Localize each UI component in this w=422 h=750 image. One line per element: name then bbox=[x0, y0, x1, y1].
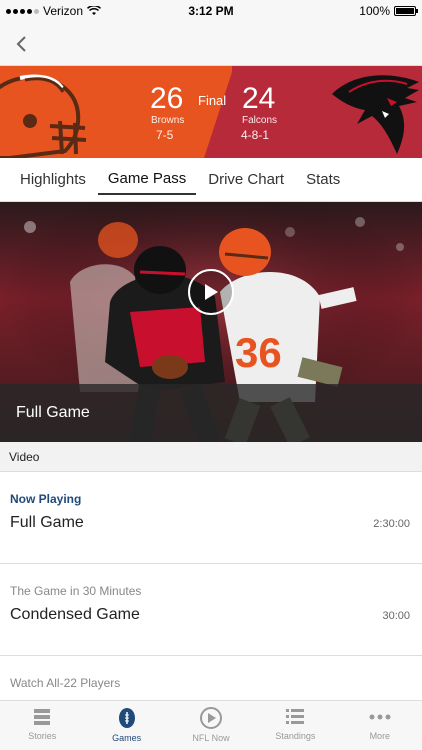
tabbar-label: Games bbox=[112, 733, 142, 743]
status-bar: Verizon 3:12 PM 100% bbox=[0, 0, 422, 22]
header-divider bbox=[204, 66, 234, 158]
video-item-title: Full Game bbox=[10, 514, 84, 531]
tabbar-label: Stories bbox=[28, 731, 57, 741]
away-score: 24 bbox=[242, 82, 276, 115]
tabbar-stories[interactable]: Stories bbox=[0, 701, 84, 750]
carrier-label: Verizon bbox=[43, 4, 84, 18]
video-caption-title: Full Game bbox=[16, 404, 90, 421]
falcons-logo bbox=[332, 75, 419, 154]
home-team-record: 7-5 bbox=[156, 128, 174, 142]
more-dots-icon bbox=[369, 714, 391, 720]
tab-game-pass[interactable]: Game Pass bbox=[97, 164, 197, 195]
tabbar-label: Standings bbox=[275, 731, 316, 741]
home-team-name: Browns bbox=[151, 115, 185, 126]
play-icon bbox=[205, 284, 218, 300]
tabbar-games[interactable]: Games bbox=[84, 701, 168, 750]
tab-drive-chart[interactable]: Drive Chart bbox=[198, 165, 294, 194]
video-item-full-game[interactable]: Now Playing Full Game 2:30:00 bbox=[0, 472, 422, 564]
tabbar-label: More bbox=[369, 731, 391, 741]
home-score: 26 bbox=[150, 82, 184, 115]
video-hero[interactable]: 36 Full Game bbox=[0, 202, 422, 442]
status-left: Verizon bbox=[6, 4, 102, 18]
video-item-duration: 30:00 bbox=[382, 610, 410, 622]
tab-stats[interactable]: Stats bbox=[296, 165, 350, 194]
list-icon bbox=[286, 709, 305, 724]
video-item-subtitle: The Game in 30 Minutes bbox=[10, 584, 142, 598]
away-team-name: Falcons bbox=[242, 115, 278, 126]
back-button[interactable] bbox=[8, 30, 36, 58]
game-status: Final bbox=[198, 93, 227, 108]
chevron-left-icon bbox=[16, 36, 26, 52]
bottom-tab-bar: Stories Games NFL Now Standings More bbox=[0, 700, 422, 750]
video-item-duration: 2:30:00 bbox=[373, 518, 410, 530]
tabbar-standings[interactable]: Standings bbox=[253, 701, 337, 750]
browns-helmet-logo bbox=[0, 74, 87, 158]
tabbar-nfl-now[interactable]: NFL Now bbox=[169, 701, 253, 750]
stories-icon bbox=[34, 709, 51, 725]
jersey-number: 36 bbox=[235, 329, 282, 376]
play-button[interactable] bbox=[188, 269, 234, 315]
video-item-title: Condensed Game bbox=[10, 606, 140, 623]
signal-icon bbox=[6, 8, 39, 14]
tabbar-more[interactable]: More bbox=[338, 701, 422, 750]
video-section-header: Video bbox=[0, 442, 422, 472]
score-header: 26 Final 24 Browns Falcons 7-5 4-8-1 bbox=[0, 66, 422, 158]
video-item-condensed-game[interactable]: The Game in 30 Minutes Condensed Game 30… bbox=[0, 564, 422, 656]
game-tabs: Highlights Game Pass Drive Chart Stats bbox=[0, 158, 422, 202]
video-caption: Full Game bbox=[0, 384, 422, 442]
tabbar-label: NFL Now bbox=[192, 733, 230, 743]
status-time: 3:12 PM bbox=[188, 4, 234, 18]
football-icon bbox=[118, 708, 135, 728]
nav-bar bbox=[0, 22, 422, 66]
now-playing-label: Now Playing bbox=[10, 492, 82, 506]
play-circle-icon bbox=[200, 707, 223, 729]
video-item-subtitle: Watch All-22 Players bbox=[10, 676, 121, 690]
tab-highlights[interactable]: Highlights bbox=[10, 165, 96, 194]
wifi-icon bbox=[87, 6, 102, 15]
battery-icon bbox=[394, 6, 418, 16]
battery-percent: 100% bbox=[359, 4, 390, 18]
status-right: 100% bbox=[359, 4, 418, 18]
away-team-record: 4-8-1 bbox=[241, 128, 270, 142]
